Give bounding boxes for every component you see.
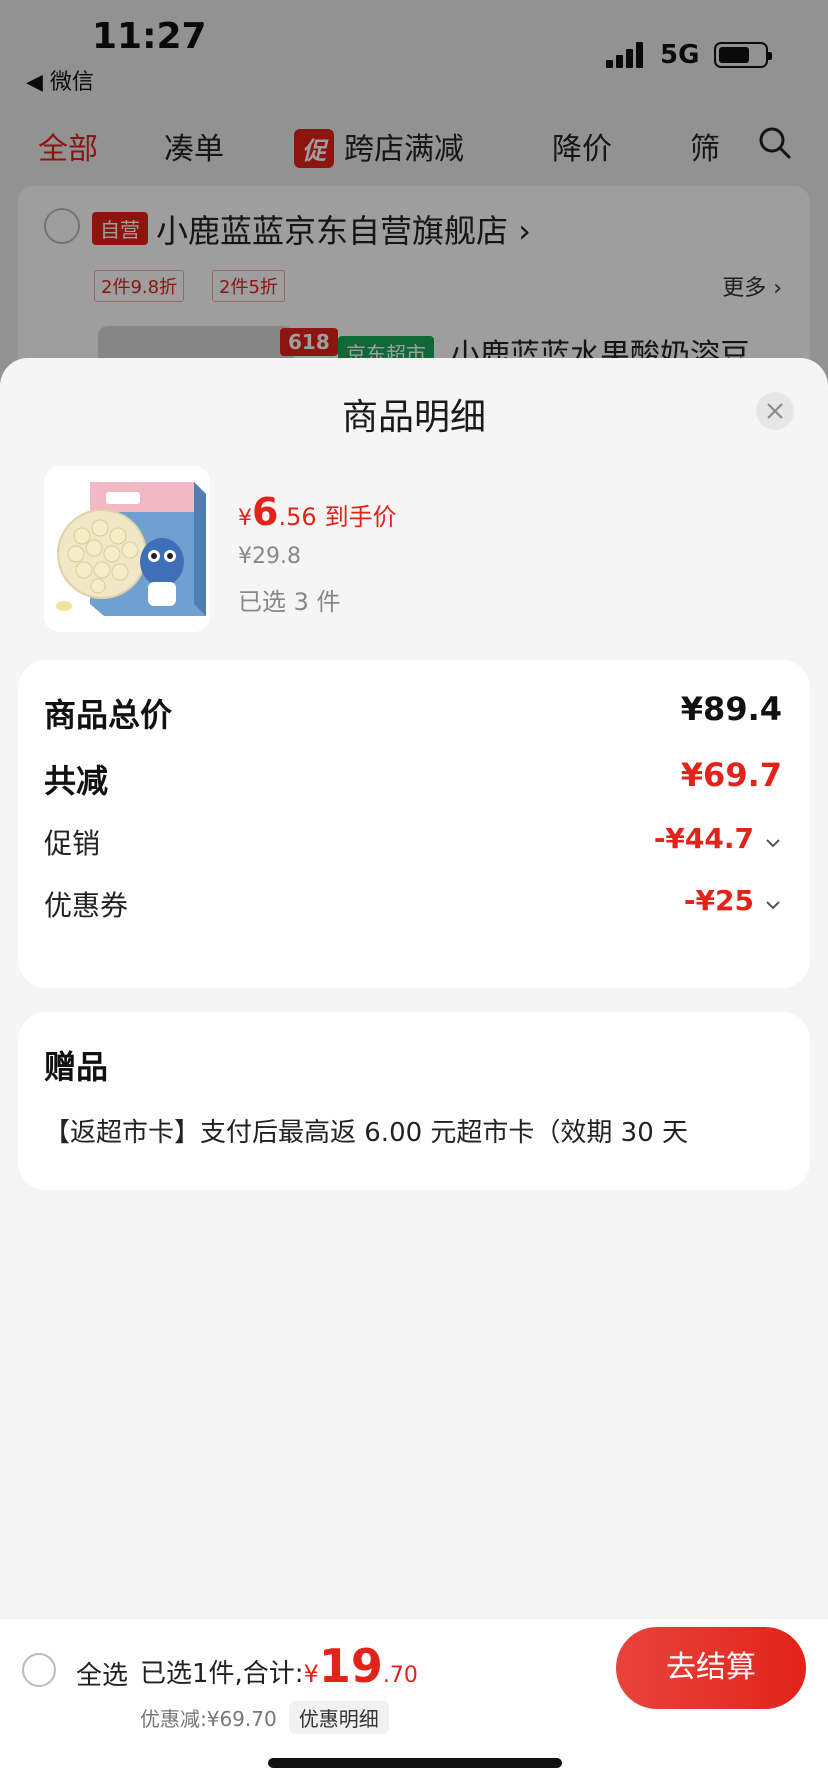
price-currency: ¥ [238,506,252,531]
total-reduce-label: 共减 [44,762,109,800]
discount-summary: 优惠减:¥69.70 优惠明细 [140,1701,389,1734]
total-reduce-value: ¥69.7 [680,756,782,794]
coupon-label: 优惠券 [44,889,129,922]
checkout-button[interactable]: 去结算 [616,1627,806,1709]
total-price-label: 商品总价 [44,696,173,734]
price-decimal: .56 [278,503,317,531]
chevron-down-icon[interactable] [764,896,782,914]
discount-detail-button[interactable]: 优惠明细 [288,1701,389,1734]
price-summary-card: 商品总价 ¥89.4 共减 ¥69.7 促销 -¥44.7 优惠券 -¥25 [18,660,810,988]
promotion-label: 促销 [44,827,101,860]
price-integer: 6 [252,490,279,534]
total-currency: ¥ [303,1660,319,1688]
selected-count: 已选 3 件 [238,588,341,616]
gift-card: 赠品 【返超市卡】支付后最高返 6.00 元超市卡（效期 30 天 [18,1012,810,1190]
home-indicator [268,1758,562,1768]
price-tag: 到手价 [324,503,397,531]
select-all-label[interactable]: 全选 [76,1655,128,1692]
total-price-row: 商品总价 ¥89.4 [44,690,782,734]
total-amount: 已选1件,合计:¥19.70 [140,1639,418,1693]
selected-summary-text: 已选1件,合计: [140,1659,304,1689]
total-reduce-row: 共减 ¥69.7 [44,756,782,800]
gift-title: 赠品 [44,1048,109,1086]
total-integer: 19 [318,1639,383,1693]
close-button[interactable] [756,392,794,430]
promotion-value: -¥44.7 [653,822,754,855]
original-price: ¥29.8 [238,544,301,569]
gift-description: 【返超市卡】支付后最高返 6.00 元超市卡（效期 30 天 [44,1118,689,1148]
sheet-title: 商品明细 [341,397,486,438]
chevron-down-icon[interactable] [764,834,782,852]
close-icon [767,403,783,419]
final-price: ¥6.56 到手价 [238,490,397,534]
total-price-value: ¥89.4 [680,690,782,728]
product-image [44,466,210,632]
select-all-radio[interactable] [22,1653,56,1687]
discount-text: 优惠减:¥69.70 [140,1707,277,1731]
product-detail-sheet: 商品明细 ¥6.56 到手价 ¥29.8 已选 3 件 商品总价 ¥89.4 共… [0,358,828,1618]
coupon-row[interactable]: 优惠券 -¥25 [44,884,782,928]
promotion-row[interactable]: 促销 -¥44.7 [44,822,782,866]
total-decimal: .70 [382,1663,418,1688]
